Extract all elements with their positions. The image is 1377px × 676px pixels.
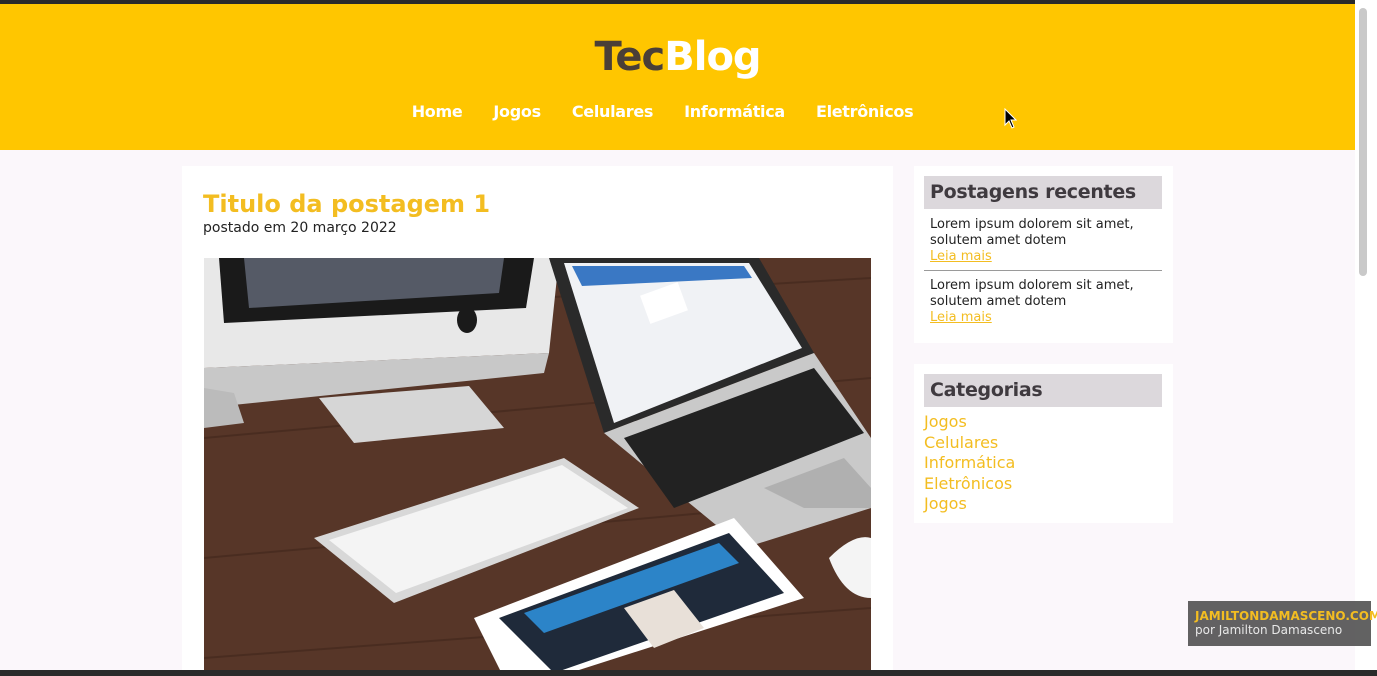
recent-post-item: Lorem ipsum dolorem sit amet, solutem am… — [924, 217, 1162, 265]
mouse-cursor-icon — [1004, 108, 1018, 129]
recent-posts-title: Postagens recentes — [924, 176, 1162, 209]
nav-informatica[interactable]: Informática — [684, 102, 785, 121]
post-date: postado em 20 março 2022 — [203, 220, 397, 236]
read-more-link[interactable]: Leia mais — [930, 310, 1162, 326]
watermark-site: JAMILTONDAMASCENO.COM — [1195, 609, 1377, 623]
logo-part-blog: Blog — [664, 34, 761, 80]
devices-photo-icon — [204, 258, 871, 670]
vertical-scrollbar-thumb[interactable] — [1359, 8, 1367, 276]
video-frame-bottom — [0, 670, 1377, 676]
recent-post-text: Lorem ipsum dolorem sit amet, solutem am… — [930, 278, 1134, 309]
site-logo[interactable]: TecBlog — [0, 34, 1355, 80]
main-nav: Home Jogos Celulares Informática Eletrôn… — [0, 102, 1355, 121]
nav-eletronicos[interactable]: Eletrônicos — [816, 102, 914, 121]
logo-part-tec: Tec — [594, 34, 665, 80]
post-title[interactable]: Titulo da postagem 1 — [203, 190, 490, 218]
watermark-author: por Jamilton Damasceno — [1195, 623, 1343, 637]
category-link-eletronicos[interactable]: Eletrônicos — [924, 474, 1015, 495]
recent-post-item: Lorem ipsum dolorem sit amet, solutem am… — [924, 278, 1162, 326]
site-header: TecBlog Home Jogos Celulares Informática… — [0, 4, 1355, 150]
video-watermark: JAMILTONDAMASCENO.COM por Jamilton Damas… — [1188, 601, 1377, 646]
categories-list: Jogos Celulares Informática Eletrônicos … — [924, 412, 1015, 515]
category-link-celulares[interactable]: Celulares — [924, 433, 1015, 454]
read-more-link[interactable]: Leia mais — [930, 249, 1162, 265]
nav-celulares[interactable]: Celulares — [572, 102, 654, 121]
categories-title: Categorias — [924, 374, 1162, 407]
nav-home[interactable]: Home — [412, 102, 463, 121]
category-link-jogos-2[interactable]: Jogos — [924, 494, 1015, 515]
recent-posts-widget: Postagens recentes Lorem ipsum dolorem s… — [914, 166, 1173, 343]
recent-post-text: Lorem ipsum dolorem sit amet, solutem am… — [930, 217, 1134, 248]
categories-widget: Categorias Jogos Celulares Informática E… — [914, 364, 1173, 523]
category-link-jogos[interactable]: Jogos — [924, 412, 1015, 433]
nav-jogos[interactable]: Jogos — [493, 102, 541, 121]
blog-post: Titulo da postagem 1 postado em 20 março… — [182, 166, 893, 670]
divider — [924, 270, 1162, 271]
category-link-informatica[interactable]: Informática — [924, 453, 1015, 474]
browser-viewport: TecBlog Home Jogos Celulares Informática… — [0, 4, 1355, 670]
post-image — [204, 258, 871, 670]
